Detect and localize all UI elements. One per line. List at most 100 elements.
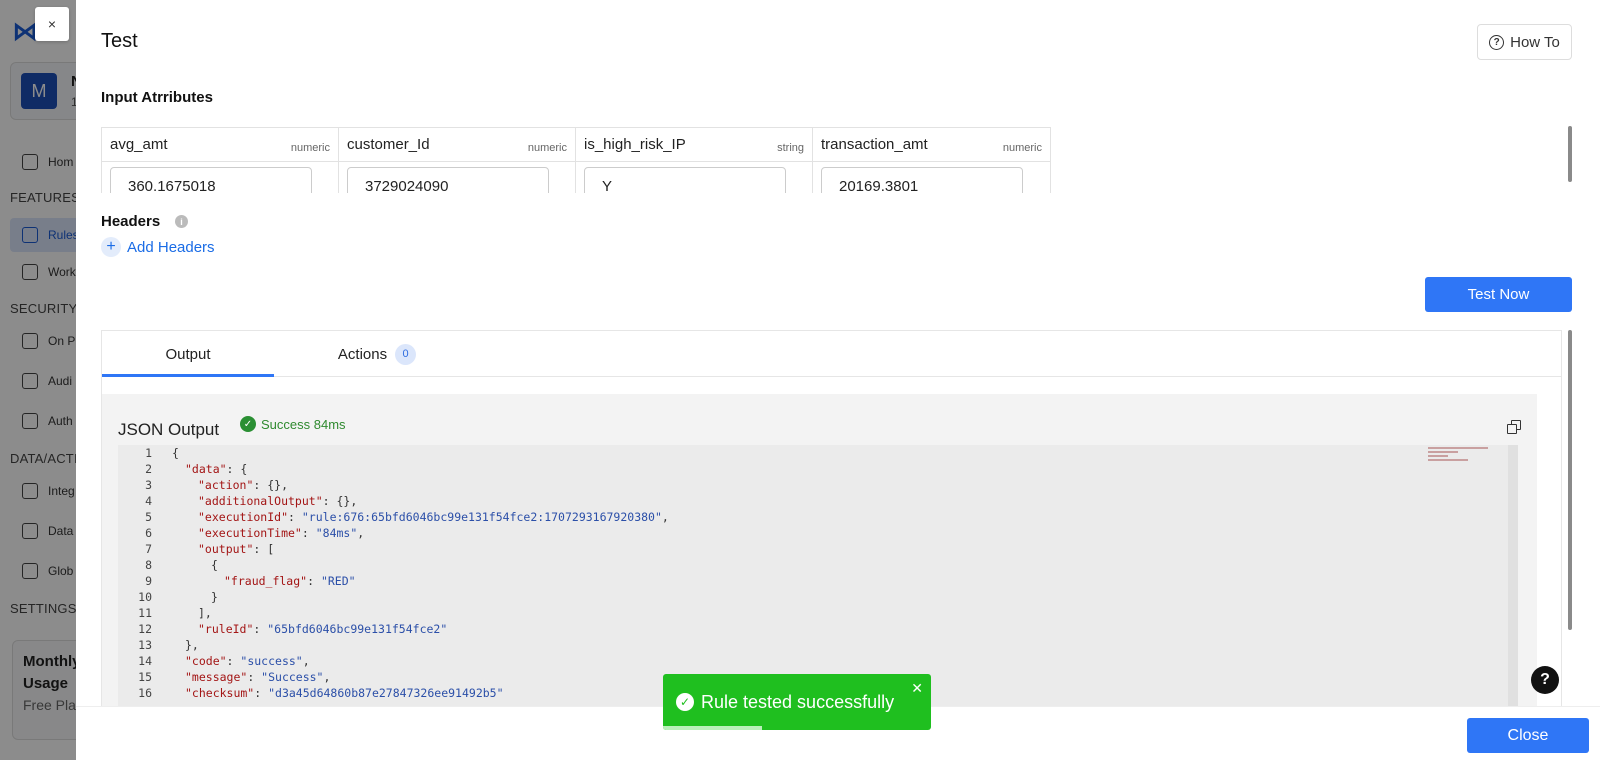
attribute-type: numeric <box>1002 141 1042 154</box>
code-line: 4 "additionalOutput": {}, <box>118 493 1518 509</box>
attribute-type: numeric <box>527 141 567 154</box>
drawer-title: Test <box>101 30 138 52</box>
code-text: "ruleId": "65bfd6046bc99e131f54fce2" <box>198 622 448 636</box>
code-line: 11], <box>118 605 1518 621</box>
code-line: 14 "code": "success", <box>118 653 1518 669</box>
line-number: 14 <box>138 654 152 668</box>
line-number: 6 <box>145 526 152 540</box>
add-headers-label: Add Headers <box>127 238 215 256</box>
copy-icon[interactable] <box>1507 420 1521 434</box>
code-minimap[interactable] <box>1428 447 1488 477</box>
attribute-column: customer_Id numeric <box>339 128 576 193</box>
attributes-scrollbar[interactable] <box>1568 126 1572 182</box>
line-number: 16 <box>138 686 152 700</box>
add-headers-button[interactable]: + Add Headers <box>101 237 215 257</box>
attribute-input-is-high-risk-ip[interactable] <box>584 167 786 193</box>
plus-icon: + <box>101 237 121 257</box>
attribute-header: avg_amt numeric <box>102 128 338 162</box>
json-output-title: JSON Output <box>118 420 220 439</box>
attribute-type: numeric <box>290 141 330 154</box>
attribute-header: is_high_risk_IP string <box>576 128 812 162</box>
line-number: 1 <box>145 446 152 460</box>
toast-close-icon[interactable]: ✕ <box>911 680 923 697</box>
info-icon[interactable]: i <box>175 215 188 228</box>
help-button[interactable]: ? <box>1531 666 1559 694</box>
test-drawer: Test ? How To Input Atrributes avg_amt n… <box>76 0 1600 760</box>
code-text: "data": { <box>185 462 248 476</box>
toast-message: Rule tested successfully <box>701 692 895 712</box>
attribute-name: transaction_amt <box>821 136 928 153</box>
code-line: 2 "data": { <box>118 461 1518 477</box>
attribute-input-avg-amt[interactable] <box>110 167 312 193</box>
status-badge: ✓ Success 84ms <box>240 416 346 432</box>
line-number: 5 <box>145 510 152 524</box>
tab-output-label: Output <box>165 345 211 363</box>
line-number: 4 <box>145 494 152 508</box>
attribute-input-transaction-amt[interactable] <box>821 167 1023 193</box>
question-icon: ? <box>1489 34 1505 50</box>
tab-output[interactable]: Output <box>102 331 274 377</box>
code-text: "fraud_flag": "RED" <box>224 574 356 588</box>
code-line: 1{ <box>118 445 1518 461</box>
attribute-header: transaction_amt numeric <box>813 128 1050 162</box>
code-text: { <box>172 446 179 460</box>
code-scrollbar[interactable] <box>1508 445 1518 710</box>
code-line: 8{ <box>118 557 1518 573</box>
status-text: Success 84ms <box>261 416 346 432</box>
tab-actions-label: Actions <box>337 345 388 363</box>
attribute-type: string <box>777 141 804 154</box>
close-button[interactable]: Close <box>1467 718 1589 753</box>
line-number: 13 <box>138 638 152 652</box>
result-panel: Output Actions 0 JSON Output ✓ Success 8… <box>101 330 1562 710</box>
code-line: 13}, <box>118 637 1518 653</box>
line-number: 12 <box>138 622 152 636</box>
attribute-name: is_high_risk_IP <box>584 136 686 153</box>
attribute-column: is_high_risk_IP string <box>576 128 813 193</box>
actions-count-badge: 0 <box>395 343 417 365</box>
code-text: { <box>211 558 218 572</box>
line-number: 11 <box>138 606 152 620</box>
drawer-close-icon[interactable]: × <box>35 7 69 41</box>
toast-progress-bar <box>663 726 763 730</box>
json-code-editor[interactable]: 1{2 "data": {3 "action": {}, 4 "additionalOu… <box>118 445 1518 710</box>
line-number: 7 <box>145 542 152 556</box>
attributes-table: avg_amt numeric customer_Id numeric is_h… <box>101 127 1051 193</box>
code-text: "code": "success", <box>185 654 310 668</box>
code-text: "checksum": "d3a45d64860b87e27847326ee91… <box>185 686 504 700</box>
code-line: 5 "executionId": "rule:676:65bfd6046bc99e… <box>118 509 1518 525</box>
attribute-header: customer_Id numeric <box>339 128 575 162</box>
code-line: 3 "action": {}, <box>118 477 1518 493</box>
tab-actions[interactable]: Actions 0 <box>332 331 422 377</box>
attribute-input-customer-id[interactable] <box>347 167 549 193</box>
code-text: "executionTime": "84ms", <box>198 526 365 540</box>
code-text: } <box>211 590 218 604</box>
line-number: 10 <box>138 590 152 604</box>
code-text: }, <box>185 638 199 652</box>
active-tab-indicator <box>102 374 274 377</box>
attribute-column: avg_amt numeric <box>102 128 339 193</box>
input-attributes-heading: Input Atrributes <box>101 89 213 106</box>
attribute-column: transaction_amt numeric <box>813 128 1050 193</box>
code-line: 12 "ruleId": "65bfd6046bc99e131f54fce2" <box>118 621 1518 637</box>
line-number: 2 <box>145 462 152 476</box>
code-text: ], <box>198 606 212 620</box>
line-number: 15 <box>138 670 152 684</box>
code-line: 10} <box>118 589 1518 605</box>
how-to-button[interactable]: ? How To <box>1477 24 1572 60</box>
success-toast: ✓ Rule tested successfully ✕ <box>663 674 931 730</box>
how-to-label: How To <box>1510 33 1560 51</box>
check-icon: ✓ <box>240 416 256 432</box>
attribute-name: avg_amt <box>110 136 168 153</box>
toast-check-icon: ✓ <box>676 693 694 711</box>
test-now-button[interactable]: Test Now <box>1425 277 1572 312</box>
line-number: 3 <box>145 478 152 492</box>
attribute-name: customer_Id <box>347 136 430 153</box>
result-tabs: Output Actions 0 <box>102 331 1561 377</box>
code-text: "executionId": "rule:676:65bfd6046bc99e1… <box>198 510 669 524</box>
code-text: "additionalOutput": {}, <box>198 494 358 508</box>
code-text: "output": [ <box>198 542 275 556</box>
json-output-area: JSON Output ✓ Success 84ms 1{2 "data": {3… <box>102 394 1537 710</box>
drawer-scrollbar[interactable] <box>1568 330 1572 630</box>
code-text: "message": "Success", <box>185 670 331 684</box>
headers-heading: Headers <box>101 213 161 230</box>
